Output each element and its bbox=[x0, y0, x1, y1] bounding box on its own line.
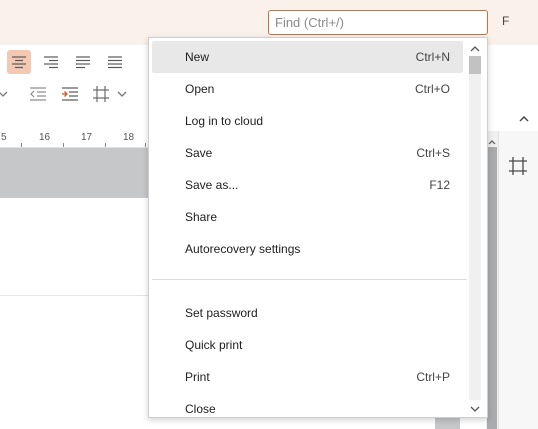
document-area[interactable] bbox=[0, 148, 148, 429]
menu-item-print[interactable]: Print Ctrl+P bbox=[152, 361, 463, 393]
menu-item-shortcut: Ctrl+P bbox=[416, 370, 450, 384]
justify-button[interactable] bbox=[71, 50, 95, 74]
menu-item-autorecovery-settings[interactable]: Autorecovery settings bbox=[152, 233, 463, 265]
menu-item-label: Save bbox=[185, 146, 213, 160]
user-avatar[interactable]: F bbox=[502, 14, 516, 30]
collapse-ribbon-button[interactable] bbox=[516, 111, 532, 127]
ruler-tick bbox=[21, 143, 22, 147]
crop-dropdown[interactable] bbox=[113, 82, 131, 106]
menu-item-set-password[interactable]: Set password bbox=[152, 297, 463, 329]
menu-item-save[interactable]: Save Ctrl+S bbox=[152, 137, 463, 169]
ruler-tick bbox=[145, 143, 146, 147]
file-menu: New Ctrl+N Open Ctrl+O Log in to cloud S… bbox=[148, 37, 488, 418]
crop-button[interactable] bbox=[89, 82, 113, 106]
ruler-tick bbox=[105, 143, 106, 147]
menu-item-label: Print bbox=[185, 370, 210, 384]
menu-item-label: Open bbox=[185, 82, 215, 96]
menu-item-label: Set password bbox=[185, 306, 258, 320]
menu-item-label: Share bbox=[185, 210, 218, 224]
menu-item-log-in-to-cloud[interactable]: Log in to cloud bbox=[152, 105, 463, 137]
distributed-button[interactable] bbox=[103, 50, 127, 74]
search-input[interactable] bbox=[275, 14, 480, 31]
crop-icon[interactable] bbox=[508, 156, 528, 179]
menu-scrollbar-track[interactable] bbox=[469, 56, 481, 400]
menu-item-save-as[interactable]: Save as... F12 bbox=[152, 169, 463, 201]
search-box[interactable] bbox=[268, 10, 488, 35]
menu-item-label: New bbox=[185, 50, 210, 64]
menu-item-quick-print[interactable]: Quick print bbox=[152, 329, 463, 361]
menu-item-close[interactable]: Close bbox=[152, 393, 463, 417]
menu-scrollbar-thumb[interactable] bbox=[469, 56, 481, 74]
chevron-up-icon bbox=[516, 116, 532, 130]
page-divider bbox=[0, 295, 148, 296]
menu-scrollbar[interactable] bbox=[467, 38, 487, 417]
side-panel bbox=[498, 131, 538, 429]
chevron-up-icon[interactable] bbox=[470, 42, 480, 56]
ruler-tick bbox=[63, 143, 64, 147]
scrollbar-thumb[interactable] bbox=[487, 147, 497, 429]
chevron-down-icon[interactable] bbox=[470, 402, 480, 416]
ruler-label: 16 bbox=[39, 132, 51, 143]
align-right-button[interactable] bbox=[39, 50, 63, 74]
menu-item-shortcut: Ctrl+N bbox=[415, 50, 450, 64]
menu-separator bbox=[152, 279, 468, 280]
ruler-label: 5 bbox=[1, 132, 7, 143]
align-center-button[interactable] bbox=[7, 50, 31, 74]
menu-item-label: Log in to cloud bbox=[185, 114, 264, 128]
decrease-indent-button[interactable] bbox=[25, 82, 49, 106]
menu-item-label: Autorecovery settings bbox=[185, 242, 301, 256]
menu-item-label: Close bbox=[185, 402, 216, 416]
dropdown-chevron-left[interactable] bbox=[0, 82, 14, 106]
menu-item-shortcut: Ctrl+S bbox=[416, 146, 450, 160]
menu-item-shortcut: F12 bbox=[429, 178, 450, 192]
menu-item-label: Save as... bbox=[185, 178, 239, 192]
scroll-up-icon[interactable] bbox=[488, 135, 496, 145]
ruler-label: 17 bbox=[81, 132, 93, 143]
ruler-label: 18 bbox=[123, 132, 135, 143]
menu-item-shortcut: Ctrl+O bbox=[414, 82, 450, 96]
horizontal-ruler: 5 16 17 18 bbox=[0, 131, 148, 148]
menu-item-open[interactable]: Open Ctrl+O bbox=[152, 73, 463, 105]
increase-indent-button[interactable] bbox=[57, 82, 81, 106]
menu-item-label: Quick print bbox=[185, 338, 243, 352]
menu-item-new[interactable]: New Ctrl+N bbox=[152, 41, 463, 73]
menu-item-share[interactable]: Share bbox=[152, 201, 463, 233]
page-gap bbox=[0, 148, 148, 198]
